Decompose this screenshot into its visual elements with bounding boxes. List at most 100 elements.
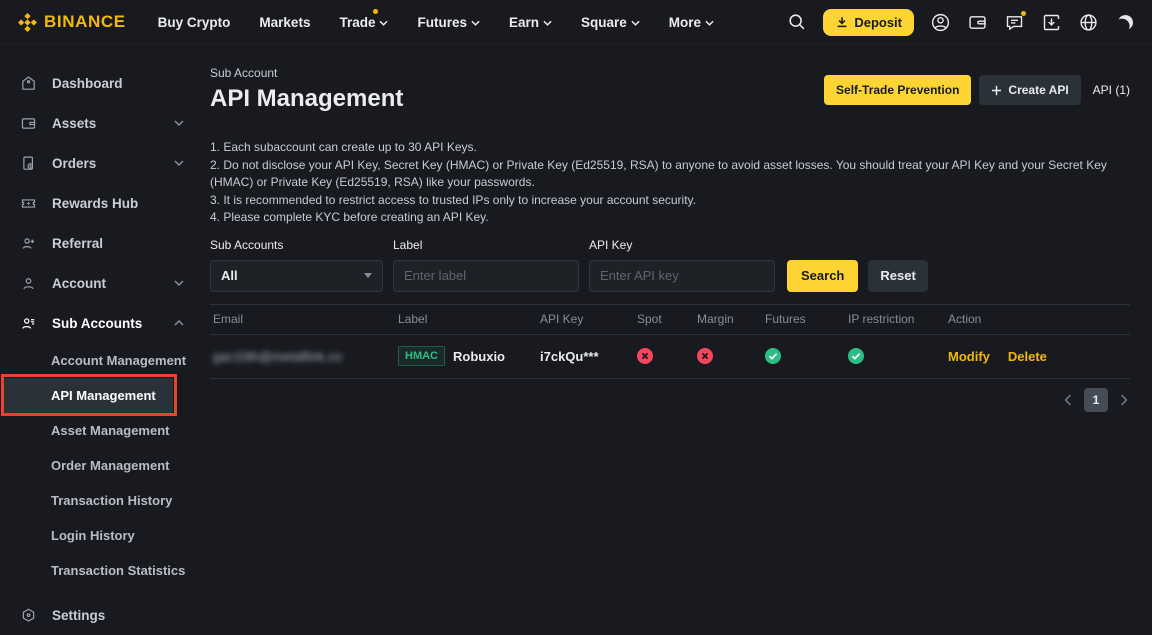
- note-line: 3. It is recommended to restrict access …: [210, 192, 1130, 210]
- sidebar-subitem-order-management[interactable]: Order Management: [0, 448, 200, 483]
- nav-item-buy-crypto[interactable]: Buy Crypto: [158, 15, 231, 30]
- sidebar-subitem-transaction-statistics[interactable]: Transaction Statistics: [0, 553, 200, 588]
- search-button[interactable]: Search: [787, 260, 858, 292]
- chat-icon[interactable]: [1003, 11, 1025, 33]
- spot-status-disabled-icon: [634, 348, 694, 364]
- modify-link[interactable]: Modify: [948, 349, 990, 364]
- api-count-label: API (1): [1093, 83, 1130, 97]
- nav-item-square[interactable]: Square: [581, 15, 640, 30]
- nav-item-trade[interactable]: Trade: [339, 15, 388, 30]
- wallet-icon[interactable]: [966, 11, 988, 33]
- binance-logo-icon: [18, 13, 37, 32]
- sidebar-item-sub-accounts[interactable]: Sub Accounts: [0, 303, 200, 343]
- nav-item-markets[interactable]: Markets: [259, 15, 310, 30]
- page-number-current[interactable]: 1: [1084, 388, 1108, 412]
- plus-icon: [991, 85, 1002, 96]
- sidebar-subitem-account-management[interactable]: Account Management: [0, 343, 200, 378]
- column-header-label: Label: [395, 312, 537, 326]
- column-header-action: Action: [945, 312, 1130, 326]
- download-app-icon[interactable]: [1040, 11, 1062, 33]
- orders-document-icon: [20, 155, 37, 172]
- sidebar-subitem-api-management[interactable]: API Management: [4, 378, 173, 413]
- email-cell-redacted: gac10th@metaflink.co: [210, 349, 395, 364]
- sidebar-item-assets[interactable]: Assets: [0, 103, 200, 143]
- chevron-down-icon: [174, 280, 184, 286]
- chevron-down-icon: [471, 20, 480, 26]
- breadcrumb: Sub Account: [210, 66, 403, 80]
- nav-item-more[interactable]: More: [669, 15, 714, 30]
- sidebar-item-orders[interactable]: Orders: [0, 143, 200, 183]
- account-person-icon: [20, 275, 37, 292]
- self-trade-prevention-button[interactable]: Self-Trade Prevention: [824, 75, 971, 105]
- sidebar-item-settings[interactable]: Settings: [0, 595, 200, 635]
- margin-status-disabled-icon: [694, 348, 762, 364]
- api-key-label-text: Robuxio: [453, 349, 505, 364]
- pagination: 1: [210, 388, 1130, 412]
- action-cell: Modify Delete: [945, 349, 1130, 364]
- column-header-ip-restriction: IP restriction: [845, 312, 945, 326]
- binance-logo[interactable]: BINANCE: [18, 12, 126, 32]
- deposit-button[interactable]: Deposit: [823, 9, 914, 36]
- reset-button[interactable]: Reset: [868, 260, 927, 292]
- sidebar-item-rewards-hub[interactable]: Rewards Hub: [0, 183, 200, 223]
- rewards-ticket-icon: [20, 195, 37, 212]
- api-key-masked: i7ckQu***: [537, 349, 634, 364]
- note-line: 2. Do not disclose your API Key, Secret …: [210, 157, 1130, 192]
- trade-notification-dot: [373, 9, 378, 14]
- home-icon: [20, 75, 37, 92]
- chat-notification-dot: [1021, 11, 1026, 16]
- label-input[interactable]: [393, 260, 579, 292]
- page-title: API Management: [210, 85, 403, 113]
- api-keys-table: Email Label API Key Spot Margin Futures …: [210, 304, 1130, 379]
- hmac-badge: HMAC: [398, 346, 445, 366]
- next-page-icon[interactable]: [1120, 394, 1128, 406]
- sidebar-subitem-login-history[interactable]: Login History: [0, 518, 200, 553]
- top-bar-actions: Deposit: [786, 9, 1136, 36]
- chevron-down-icon: [705, 20, 714, 26]
- language-globe-icon[interactable]: [1077, 11, 1099, 33]
- column-header-email: Email: [210, 312, 395, 326]
- sidebar-item-referral[interactable]: Referral: [0, 223, 200, 263]
- label-filter-label: Label: [393, 238, 579, 252]
- api-notes: 1. Each subaccount can create up to 30 A…: [210, 139, 1130, 227]
- search-icon[interactable]: [786, 11, 808, 33]
- wallet-icon: [20, 115, 37, 132]
- referral-person-plus-icon: [20, 235, 37, 252]
- column-header-api-key: API Key: [537, 312, 634, 326]
- ip-restriction-status-enabled-icon: [845, 348, 945, 364]
- gear-icon: [20, 607, 37, 624]
- sub-accounts-filter-label: Sub Accounts: [210, 238, 383, 252]
- main-content: Sub Account API Management Self-Trade Pr…: [200, 45, 1152, 625]
- sidebar-subitem-transaction-history[interactable]: Transaction History: [0, 483, 200, 518]
- sub-accounts-people-icon: [20, 315, 37, 332]
- note-line: 4. Please complete KYC before creating a…: [210, 209, 1130, 227]
- top-bar: BINANCE Buy Crypto Markets Trade Futures…: [0, 0, 1152, 45]
- sub-accounts-select[interactable]: All: [210, 260, 383, 292]
- table-header-row: Email Label API Key Spot Margin Futures …: [210, 304, 1130, 335]
- filter-bar: Sub Accounts All Label API Key Search Re…: [210, 238, 1130, 292]
- api-key-filter-label: API Key: [589, 238, 775, 252]
- binance-logo-text: BINANCE: [44, 12, 126, 32]
- deposit-arrow-icon: [835, 15, 849, 29]
- dark-mode-moon-icon[interactable]: [1114, 11, 1136, 33]
- sidebar-subitem-asset-management[interactable]: Asset Management: [0, 413, 200, 448]
- chevron-up-icon: [174, 320, 184, 326]
- nav-item-futures[interactable]: Futures: [417, 15, 480, 30]
- top-navigation: Buy Crypto Markets Trade Futures Earn Sq…: [158, 15, 714, 30]
- futures-status-enabled-icon: [762, 348, 845, 364]
- column-header-spot: Spot: [634, 312, 694, 326]
- sidebar: Dashboard Assets Orders Rewards Hub: [0, 45, 200, 625]
- create-api-button[interactable]: Create API: [979, 75, 1080, 105]
- caret-down-icon: [364, 273, 372, 278]
- api-key-input[interactable]: [589, 260, 775, 292]
- note-line: 1. Each subaccount can create up to 30 A…: [210, 139, 1130, 157]
- sidebar-item-dashboard[interactable]: Dashboard: [0, 63, 200, 103]
- delete-link[interactable]: Delete: [1008, 349, 1047, 364]
- label-cell: HMAC Robuxio: [395, 346, 537, 366]
- column-header-futures: Futures: [762, 312, 845, 326]
- nav-item-earn[interactable]: Earn: [509, 15, 552, 30]
- sidebar-item-account[interactable]: Account: [0, 263, 200, 303]
- profile-icon[interactable]: [929, 11, 951, 33]
- chevron-down-icon: [174, 120, 184, 126]
- previous-page-icon[interactable]: [1064, 394, 1072, 406]
